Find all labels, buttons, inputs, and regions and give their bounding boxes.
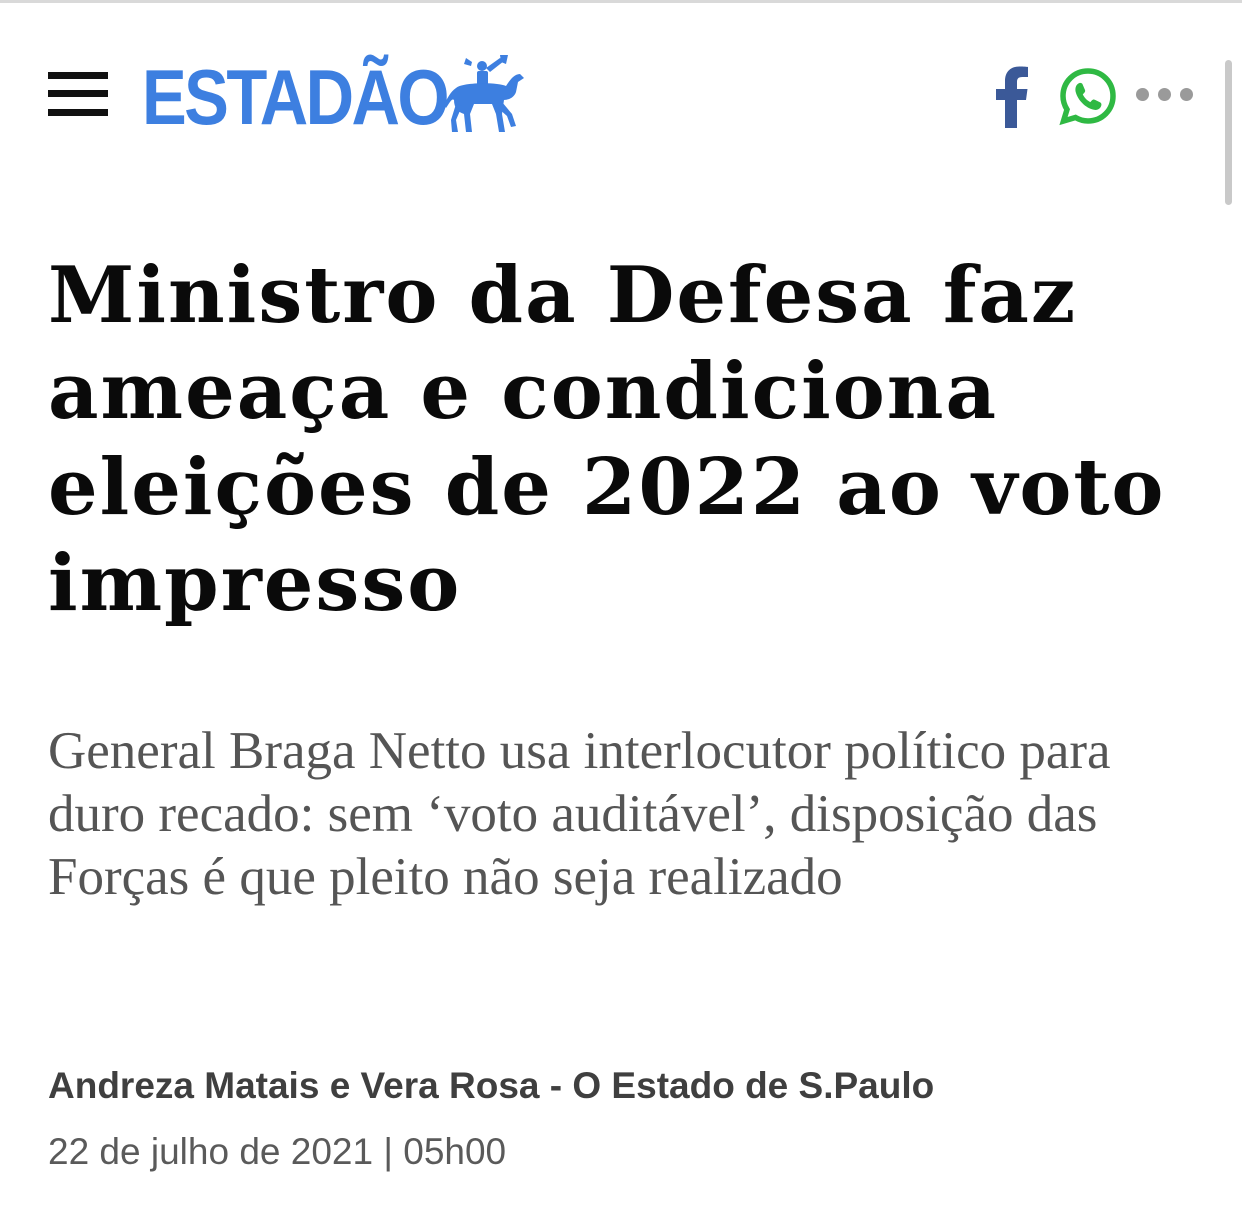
facebook-icon[interactable] <box>988 64 1032 128</box>
logo-text: ESTADÃO <box>142 53 450 141</box>
horseman-logo-icon <box>444 55 524 132</box>
more-options-icon[interactable] <box>1136 88 1194 102</box>
menu-icon[interactable] <box>48 72 108 116</box>
top-divider <box>0 0 1242 3</box>
article-byline: Andreza Matais e Vera Rosa - O Estado de… <box>48 1065 935 1106</box>
article-subtitle: General Braga Netto usa interlocutor pol… <box>48 722 1111 906</box>
article-date: 22 de julho de 2021 | 05h00 <box>48 1131 507 1172</box>
site-logo[interactable]: ESTADÃO <box>142 52 524 142</box>
article-headline: Ministro da Defesa faz ameaça e condicio… <box>48 250 1166 629</box>
scrollbar[interactable] <box>1225 60 1232 205</box>
site-header: ESTADÃO <box>0 50 1242 150</box>
whatsapp-icon[interactable] <box>1058 66 1118 126</box>
